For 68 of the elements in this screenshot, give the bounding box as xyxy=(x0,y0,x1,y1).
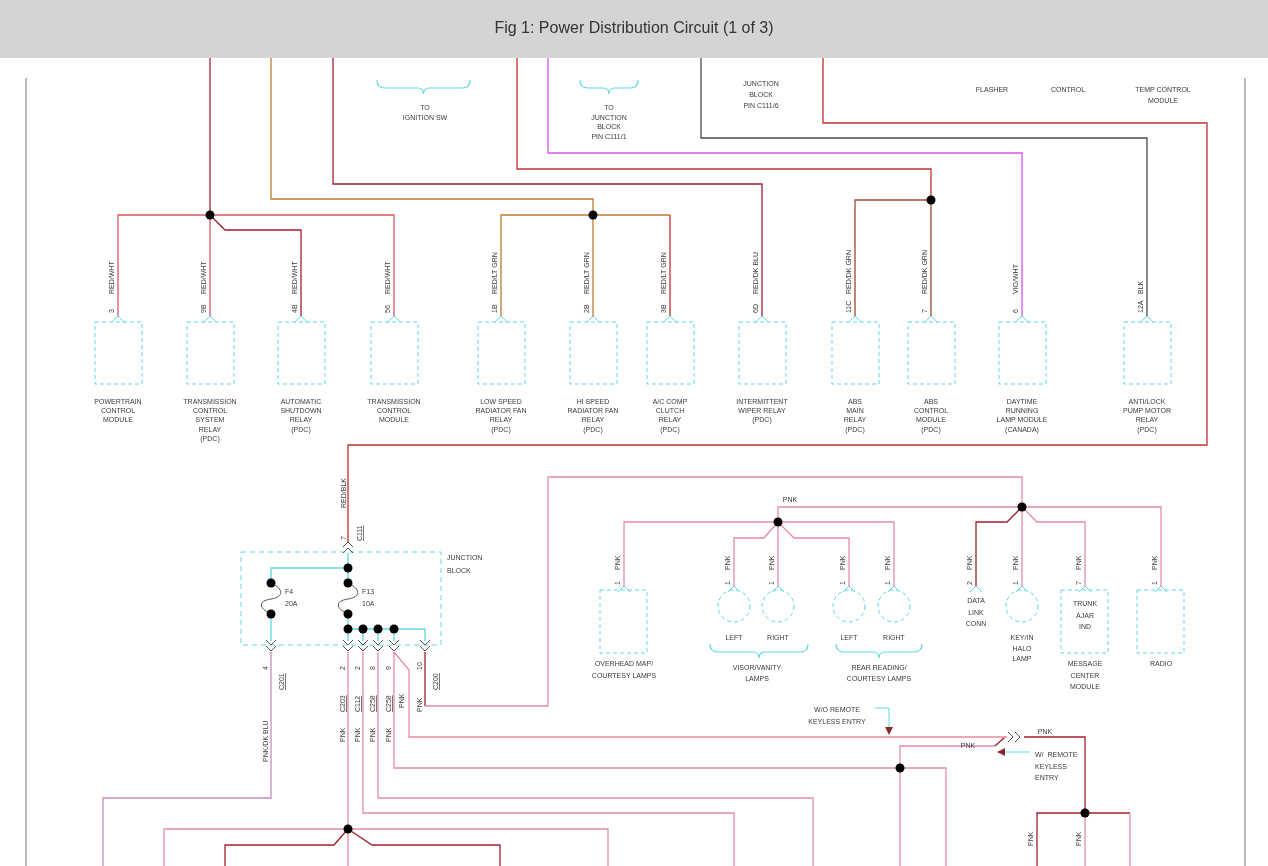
pin-marker xyxy=(1078,585,1092,593)
lamp-symbol xyxy=(1005,589,1039,623)
pin-marker xyxy=(586,315,600,323)
pin-marker xyxy=(494,315,508,323)
pin-marker xyxy=(111,315,125,323)
pin-marker xyxy=(294,315,308,323)
pin-marker xyxy=(771,585,785,593)
splice-dot xyxy=(343,563,353,573)
splice-dot xyxy=(1017,502,1027,512)
lamp-symbol xyxy=(761,589,795,623)
component-outline xyxy=(1123,321,1172,385)
connector-symbol xyxy=(357,639,369,652)
pointer-arrow xyxy=(997,748,1031,756)
component-outline xyxy=(998,321,1047,385)
component-outline xyxy=(738,321,787,385)
connector-symbol xyxy=(388,639,400,652)
fuse-symbol xyxy=(337,578,359,619)
pin-marker xyxy=(617,585,631,593)
connector-symbol xyxy=(419,639,431,652)
component-outline xyxy=(370,321,419,385)
connector-symbol xyxy=(1007,731,1021,743)
pin-marker xyxy=(848,315,862,323)
splice-dot xyxy=(358,624,368,634)
pin-marker xyxy=(969,585,983,593)
splice-dot xyxy=(1080,808,1090,818)
component-outline xyxy=(646,321,695,385)
connector-symbol xyxy=(342,639,354,652)
pin-marker xyxy=(1015,585,1029,593)
component-outline xyxy=(569,321,618,385)
pin-marker xyxy=(755,315,769,323)
component-outline xyxy=(477,321,526,385)
pin-marker xyxy=(887,585,901,593)
pin-marker xyxy=(387,315,401,323)
connector-symbol xyxy=(342,541,354,554)
splice-dot xyxy=(773,517,783,527)
component-outline xyxy=(599,589,648,654)
component-outline xyxy=(831,321,880,385)
pin-marker xyxy=(1140,315,1154,323)
lamp-symbol xyxy=(832,589,866,623)
splice-dot xyxy=(588,210,598,220)
lamp-symbol xyxy=(877,589,911,623)
pin-marker xyxy=(1015,315,1029,323)
pin-marker xyxy=(727,585,741,593)
splice-dot xyxy=(343,624,353,634)
component-outline xyxy=(94,321,143,385)
component-outline xyxy=(1136,589,1185,654)
connector-symbol xyxy=(265,639,277,652)
figure-title: Fig 1: Power Distribution Circuit (1 of 3) xyxy=(494,19,774,37)
splice-dot xyxy=(895,763,905,773)
fuse-symbol xyxy=(260,578,282,619)
splice-dot xyxy=(926,195,936,205)
connector-symbol xyxy=(372,639,384,652)
lamp-symbol xyxy=(717,589,751,623)
splice-dot xyxy=(205,210,215,220)
pin-marker xyxy=(842,585,856,593)
pointer-arrow xyxy=(874,707,893,735)
component-outline xyxy=(186,321,235,385)
splice-dot xyxy=(373,624,383,634)
pin-marker xyxy=(663,315,677,323)
component-outline xyxy=(277,321,326,385)
bracket-line xyxy=(579,79,639,95)
component-outline xyxy=(907,321,956,385)
splice-dot xyxy=(389,624,399,634)
pin-marker xyxy=(203,315,217,323)
pin-marker xyxy=(1154,585,1168,593)
splice-dot xyxy=(343,824,353,834)
component-outline xyxy=(1060,589,1109,654)
pin-marker xyxy=(924,315,938,323)
